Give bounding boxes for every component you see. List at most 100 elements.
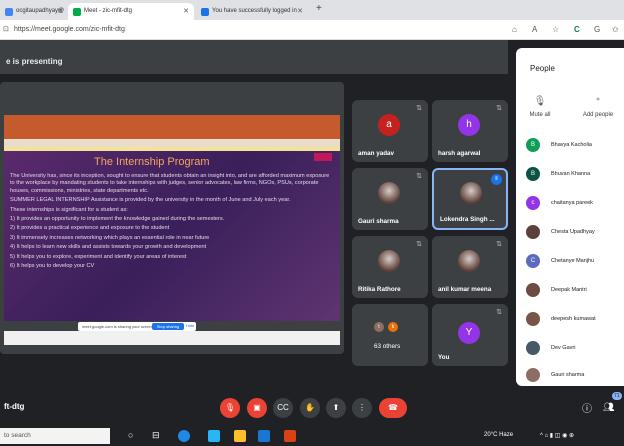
hide-banner-button[interactable]: Hide xyxy=(186,323,194,328)
extension-icon[interactable]: C xyxy=(574,25,580,34)
self-tile[interactable]: ⇅ Y You xyxy=(432,304,508,366)
mic-status-icon[interactable]: ⌂ xyxy=(512,25,517,34)
tab-title: Meet - zic-mfit-dtg xyxy=(84,8,133,14)
start-icon[interactable]: ○ xyxy=(128,430,133,440)
pin-icon[interactable]: ⇅ xyxy=(416,240,422,248)
mute-all-button[interactable]: 🎙︎ Mute all xyxy=(518,96,562,118)
mail-icon[interactable] xyxy=(258,430,270,442)
avatar: C xyxy=(526,254,540,268)
meeting-code: ft-dtg xyxy=(4,402,25,411)
speaking-indicator-icon: ⦀ xyxy=(491,174,502,185)
participant-list-name: Chetanye Manjhu xyxy=(551,258,595,264)
pin-icon[interactable]: ⇅ xyxy=(496,240,502,248)
close-tab-icon[interactable]: ✕ xyxy=(57,7,63,15)
slide-paragraph: These internships is significant for a s… xyxy=(10,206,128,213)
file-explorer-icon[interactable] xyxy=(234,430,246,442)
pin-icon[interactable]: ⇅ xyxy=(416,172,422,180)
avatar xyxy=(460,182,482,204)
more-options-button[interactable]: ⋮ xyxy=(352,398,372,418)
powerpoint-ribbon xyxy=(4,115,340,139)
avatar: k xyxy=(388,322,398,332)
participant-list-item[interactable]: Chesta Upadhyay xyxy=(526,225,624,239)
slide-paragraph: 3) It immensely increases networking whi… xyxy=(10,234,210,241)
url-field[interactable]: https://meet.google.com/zic-mfit-dtg xyxy=(14,26,125,33)
presentation-slide: The Internship Program The University ha… xyxy=(4,151,340,321)
participant-name: harsh agarwal xyxy=(438,150,481,157)
avatar: h xyxy=(458,114,480,136)
close-tab-icon[interactable]: ✕ xyxy=(297,7,303,15)
powerpoint-icon[interactable] xyxy=(284,430,296,442)
participant-list-item[interactable]: C Chetanye Manjhu xyxy=(526,254,624,268)
participant-list-item[interactable]: B Bhuvan Khanna xyxy=(526,167,624,181)
leave-call-button[interactable]: ☎ xyxy=(379,398,407,418)
participant-list-name: deepesh kumawat xyxy=(551,316,596,322)
slide-paragraph: SUMMER LEGAL INTERNSHIP Assistance is pr… xyxy=(10,197,291,204)
add-people-button[interactable]: ⁺ Add people xyxy=(576,96,620,118)
participant-tile[interactable]: ⇅ a aman yadav xyxy=(352,100,428,162)
people-panel: People 🎙︎ Mute all ⁺ Add people B Bhavya… xyxy=(516,48,624,386)
participant-list-item[interactable]: B Bhavya Kacholia xyxy=(526,138,624,152)
slide-paragraph: 1) It provides an opportunity to impleme… xyxy=(10,216,225,223)
slide-title: The Internship Program xyxy=(94,156,210,168)
task-view-icon[interactable]: ⊟ xyxy=(152,430,160,441)
slide-body: The University has, since its inception,… xyxy=(10,173,332,272)
mic-off-button[interactable]: 🎙︎ xyxy=(220,398,240,418)
pin-icon[interactable]: ⇅ xyxy=(496,104,502,112)
camera-off-button[interactable]: ▣ xyxy=(247,398,267,418)
read-aloud-icon[interactable]: A xyxy=(532,25,537,34)
participant-tile-active-speaker[interactable]: ⦀ Lokendra Singh ... xyxy=(432,168,508,230)
participant-list-item[interactable]: Deepak Mantri xyxy=(526,283,624,297)
pin-icon[interactable]: ⇅ xyxy=(496,308,502,316)
weather-status[interactable]: 20°C Haze xyxy=(484,432,513,438)
participant-list-name: Deepak Mantri xyxy=(551,287,587,293)
tab-meet[interactable]: Meet - zic-mfit-dtg ✕ xyxy=(68,3,194,20)
raise-hand-button[interactable]: ✋ xyxy=(300,398,320,418)
stop-sharing-button[interactable]: Stop sharing xyxy=(152,323,184,330)
participant-list-item[interactable]: deepesh kumawat xyxy=(526,312,624,326)
participant-count-badge: 71 xyxy=(612,392,622,400)
taskbar-search-input[interactable]: to search xyxy=(0,428,110,444)
tab-title: You have successfully logged in xyxy=(212,8,297,14)
avatar xyxy=(458,250,480,272)
add-person-icon: ⁺ xyxy=(595,96,601,107)
favorite-star-icon[interactable]: ☆ xyxy=(552,25,559,34)
info-icon[interactable]: ⓘ xyxy=(582,400,592,415)
system-tray-icon[interactable]: ^ ⌂ ▮ ◫ ◉ ⊕ xyxy=(540,432,574,439)
mic-off-icon: 🎙︎ xyxy=(533,96,547,107)
avatar: Y xyxy=(458,322,480,344)
avatar xyxy=(378,250,400,272)
participant-list-item[interactable]: Dev Gavri xyxy=(526,341,624,355)
edge-icon[interactable] xyxy=(178,430,190,442)
participant-list-item[interactable]: c chaitanya pareek xyxy=(526,196,624,210)
participant-list-item[interactable]: Gauri sharma xyxy=(526,368,624,382)
close-tab-icon[interactable]: ✕ xyxy=(183,7,189,15)
avatar xyxy=(526,341,540,355)
avatar: t xyxy=(374,322,384,332)
powerpoint-toolbar xyxy=(4,139,340,147)
add-people-label: Add people xyxy=(582,112,614,118)
participant-name: Lokendra Singh ... xyxy=(440,216,495,223)
tab-mail[interactable]: ocgitaupadhyay@ ✕ xyxy=(0,3,68,20)
presenting-bar xyxy=(0,40,508,74)
participant-tile[interactable]: ⇅ h harsh agarwal xyxy=(432,100,508,162)
refresh-extension-icon[interactable]: G xyxy=(594,25,600,34)
mute-all-label: Mute all xyxy=(529,112,551,118)
participant-name: Gauri sharma xyxy=(358,218,399,225)
others-tile[interactable]: t k 63 others xyxy=(352,304,428,366)
people-icon[interactable]: 👥︎ xyxy=(603,402,614,413)
pin-icon[interactable]: ⇅ xyxy=(416,104,422,112)
tab-login[interactable]: You have successfully logged in ✕ xyxy=(196,3,308,20)
participant-tile[interactable]: ⇅ Gauri sharma xyxy=(352,168,428,230)
new-tab-button[interactable]: + xyxy=(316,3,322,14)
participant-tile[interactable]: ⇅ Ritika Rathore xyxy=(352,236,428,298)
participant-list-name: Bhuvan Khanna xyxy=(551,171,591,177)
meet-favicon-icon xyxy=(73,8,81,16)
mail-favicon-icon xyxy=(5,8,13,16)
present-button[interactable]: ⬆ xyxy=(326,398,346,418)
captions-button[interactable]: CC xyxy=(273,398,293,418)
participant-tile[interactable]: ⇅ anil kumar meena xyxy=(432,236,508,298)
store-icon[interactable] xyxy=(208,430,220,442)
avatar xyxy=(526,368,540,382)
collections-icon[interactable]: ✩ xyxy=(612,25,619,34)
slide-paragraph: The University has, since its inception,… xyxy=(10,173,330,194)
